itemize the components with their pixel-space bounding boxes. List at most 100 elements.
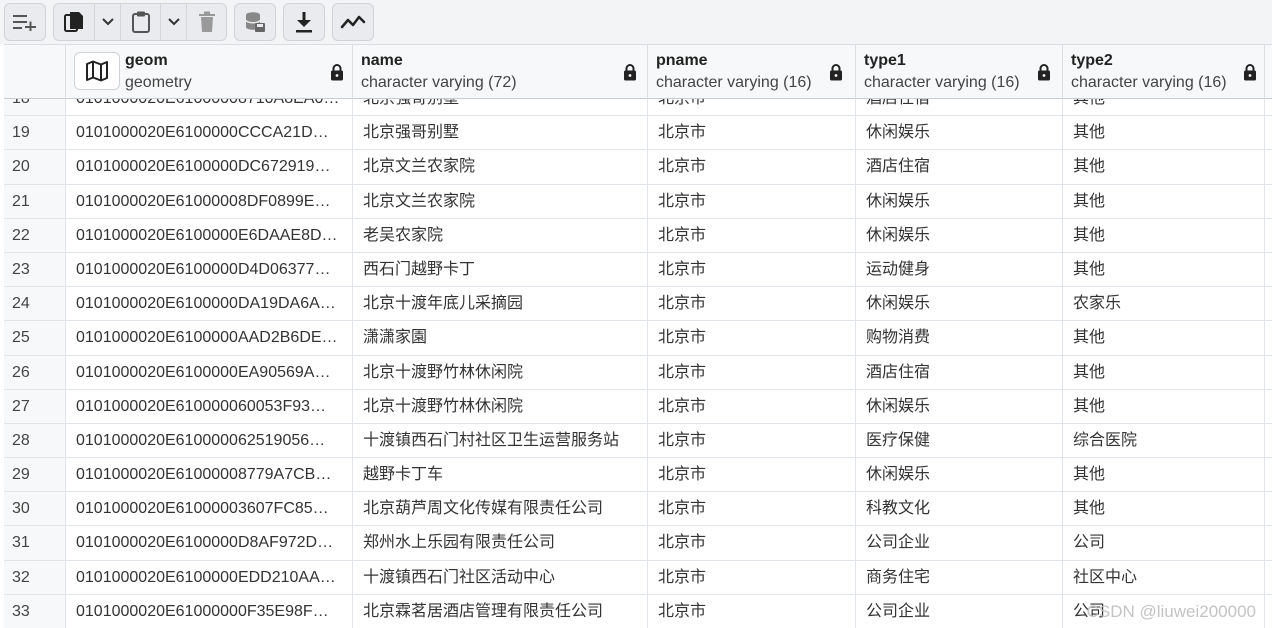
row-number-cell[interactable]: 29 xyxy=(4,458,66,492)
table-row[interactable]: 26 0101000020E6100000EA90569A… 北京十渡野竹林休闲院北… xyxy=(4,355,1272,390)
geom-cell[interactable]: 0101000020E6100000EDD210AA… xyxy=(66,560,353,594)
geom-cell[interactable]: 0101000020E610000062519056… xyxy=(66,423,353,458)
name-cell[interactable]: 老吴农家院 xyxy=(353,218,648,252)
table-row[interactable]: 29 0101000020E61000008779A7CB… 越野卡丁车 北京市 休闲娱… xyxy=(4,458,1272,493)
name-cell[interactable]: 西石门越野卡丁 xyxy=(353,252,648,287)
type1-cell[interactable]: 休闲娱乐 xyxy=(856,218,1063,252)
name-cell[interactable]: 十渡镇西石门村社区卫生运营服务站 xyxy=(353,423,648,458)
name-cell[interactable]: 北京强哥别墅 xyxy=(353,116,648,150)
column-header-type1[interactable]: type1 character varying (16) xyxy=(856,45,1063,99)
table-row[interactable]: 31 0101000020E6100000D8AF972D… 郑州水上乐园有限责任公… xyxy=(4,526,1272,561)
row-number-cell[interactable]: 31 xyxy=(4,526,66,560)
pname-cell[interactable]: 北京市 xyxy=(648,594,856,628)
geom-cell[interactable]: 0101000020E6100000CCCA21D… xyxy=(66,116,353,150)
type1-cell[interactable]: 酒店住宿 xyxy=(856,99,1063,116)
table-row[interactable]: 24 0101000020E6100000DA19DA6A… 北京十渡年底儿采摘园北… xyxy=(4,287,1272,322)
type2-cell[interactable]: 其他 xyxy=(1063,218,1265,252)
row-number-cell[interactable]: 20 xyxy=(4,150,66,184)
table-row[interactable]: 27 0101000020E610000060053F93… 北京十渡野竹林休闲院北… xyxy=(4,389,1272,424)
pname-cell[interactable]: 北京市 xyxy=(648,389,856,423)
pname-cell[interactable]: 北京市 xyxy=(648,218,856,252)
type2-cell[interactable]: 其他 xyxy=(1063,389,1265,423)
type1-cell[interactable]: 商务住宅 xyxy=(856,560,1063,594)
type1-cell[interactable]: 公司企业 xyxy=(856,594,1063,628)
name-cell[interactable]: 北京文兰农家院 xyxy=(353,184,648,218)
type2-cell[interactable]: 公司 xyxy=(1063,526,1265,560)
row-number-cell[interactable]: 22 xyxy=(4,218,66,252)
pname-cell[interactable]: 北京市 xyxy=(648,526,856,560)
type2-cell[interactable]: 其他 xyxy=(1063,321,1265,355)
type1-cell[interactable]: 科教文化 xyxy=(856,492,1063,526)
row-number-cell[interactable]: 27 xyxy=(4,389,66,423)
name-cell[interactable]: 北京霖茗居酒店管理有限责任公司 xyxy=(353,594,648,628)
geom-cell[interactable]: 0101000020E6100000DA19DA6A… xyxy=(66,287,353,321)
view-geometry-button[interactable] xyxy=(74,52,120,90)
type2-cell[interactable]: 其他 xyxy=(1063,252,1265,287)
column-header-geom[interactable]: geom geometry xyxy=(66,45,353,99)
type1-cell[interactable]: 公司企业 xyxy=(856,526,1063,560)
geom-cell[interactable]: 0101000020E6100000EA90569A… xyxy=(66,355,353,389)
type2-cell[interactable]: 其他 xyxy=(1063,355,1265,389)
row-number-cell[interactable]: 23 xyxy=(4,252,66,287)
download-button[interactable] xyxy=(284,4,324,40)
geom-cell[interactable]: 0101000020E610000060053F93… xyxy=(66,389,353,423)
table-row[interactable]: 20 0101000020E6100000DC672919… 北京文兰农家院 北京市酒… xyxy=(4,150,1272,185)
row-number-cell[interactable]: 26 xyxy=(4,355,66,389)
copy-button[interactable] xyxy=(54,4,94,40)
name-cell[interactable]: 越野卡丁车 xyxy=(353,458,648,492)
graph-button[interactable] xyxy=(333,4,373,40)
type2-cell[interactable]: 社区中心 xyxy=(1063,560,1265,594)
type2-cell[interactable]: 其他 xyxy=(1063,116,1265,150)
row-number-cell[interactable]: 25 xyxy=(4,321,66,355)
row-number-cell[interactable]: 30 xyxy=(4,492,66,526)
delete-button[interactable] xyxy=(186,4,226,40)
column-header-type2[interactable]: type2 character varying (16) xyxy=(1063,45,1265,99)
type1-cell[interactable]: 酒店住宿 xyxy=(856,355,1063,389)
row-number-cell[interactable]: 32 xyxy=(4,560,66,594)
table-row[interactable]: 28 0101000020E610000062519056… 十渡镇西石门村社区卫生… xyxy=(4,423,1272,459)
name-cell[interactable]: 北京文兰农家院 xyxy=(353,150,648,184)
geom-cell[interactable]: 0101000020E61000008710A8EA0… xyxy=(66,99,353,116)
type2-cell[interactable]: 农家乐 xyxy=(1063,287,1265,321)
pname-cell[interactable]: 北京市 xyxy=(648,116,856,150)
table-row[interactable]: 180101000020E61000008710A8EA0…北京强哥别墅北京市酒… xyxy=(4,99,1272,117)
paste-options-button[interactable] xyxy=(160,4,186,40)
geom-cell[interactable]: 0101000020E6100000D4D06377… xyxy=(66,252,353,287)
geom-cell[interactable]: 0101000020E61000003607FC85… xyxy=(66,492,353,526)
row-number-cell[interactable]: 33 xyxy=(4,594,66,628)
pname-cell[interactable]: 北京市 xyxy=(648,355,856,389)
type2-cell[interactable]: 其他 xyxy=(1063,184,1265,218)
table-row[interactable]: 19 0101000020E6100000CCCA21D… 北京强哥别墅 北京市 休闲娱… xyxy=(4,116,1272,151)
geom-cell[interactable]: 0101000020E61000008779A7CB… xyxy=(66,458,353,492)
type1-cell[interactable]: 休闲娱乐 xyxy=(856,184,1063,218)
geom-cell[interactable]: 0101000020E6100000AAD2B6DE… xyxy=(66,321,353,355)
name-cell[interactable]: 北京十渡野竹林休闲院 xyxy=(353,389,648,423)
paste-button[interactable] xyxy=(120,4,160,40)
pname-cell[interactable]: 北京市 xyxy=(648,492,856,526)
geom-cell[interactable]: 0101000020E6100000DC672919… xyxy=(66,150,353,184)
row-number-cell[interactable]: 28 xyxy=(4,423,66,458)
pname-cell[interactable]: 北京市 xyxy=(648,560,856,594)
table-row[interactable]: 30 0101000020E61000003607FC85… 北京葫芦周文化传媒有限… xyxy=(4,492,1272,527)
table-row[interactable]: 21 0101000020E61000008DF0899E… 北京文兰农家院 北京市休… xyxy=(4,184,1272,219)
pname-cell[interactable]: 北京市 xyxy=(648,99,856,116)
name-cell[interactable]: 十渡镇西石门社区活动中心 xyxy=(353,560,648,594)
name-cell[interactable]: 郑州水上乐园有限责任公司 xyxy=(353,526,648,560)
pname-cell[interactable]: 北京市 xyxy=(648,184,856,218)
type1-cell[interactable]: 休闲娱乐 xyxy=(856,458,1063,492)
table-row[interactable]: 33 0101000020E61000000F35E98F… 北京霖茗居酒店管理有限… xyxy=(4,594,1272,628)
pname-cell[interactable]: 北京市 xyxy=(648,423,856,458)
column-header-name[interactable]: name character varying (72) xyxy=(353,45,648,99)
geom-cell[interactable]: 0101000020E6100000E6DAAE8D… xyxy=(66,218,353,252)
add-row-button[interactable] xyxy=(5,4,45,40)
pname-cell[interactable]: 北京市 xyxy=(648,252,856,287)
type2-cell[interactable]: 综合医院 xyxy=(1063,423,1265,458)
geom-cell[interactable]: 0101000020E6100000D8AF972D… xyxy=(66,526,353,560)
type1-cell[interactable]: 运动健身 xyxy=(856,252,1063,287)
type2-cell[interactable]: 其他 xyxy=(1063,492,1265,526)
type1-cell[interactable]: 购物消费 xyxy=(856,321,1063,355)
type2-cell[interactable]: 其他 xyxy=(1063,458,1265,492)
table-row[interactable]: 32 0101000020E6100000EDD210AA… 十渡镇西石门社区活动中… xyxy=(4,560,1272,595)
table-row[interactable]: 22 0101000020E6100000E6DAAE8D… 老吴农家院 北京市 休闲娱… xyxy=(4,218,1272,253)
name-cell[interactable]: 北京葫芦周文化传媒有限责任公司 xyxy=(353,492,648,526)
